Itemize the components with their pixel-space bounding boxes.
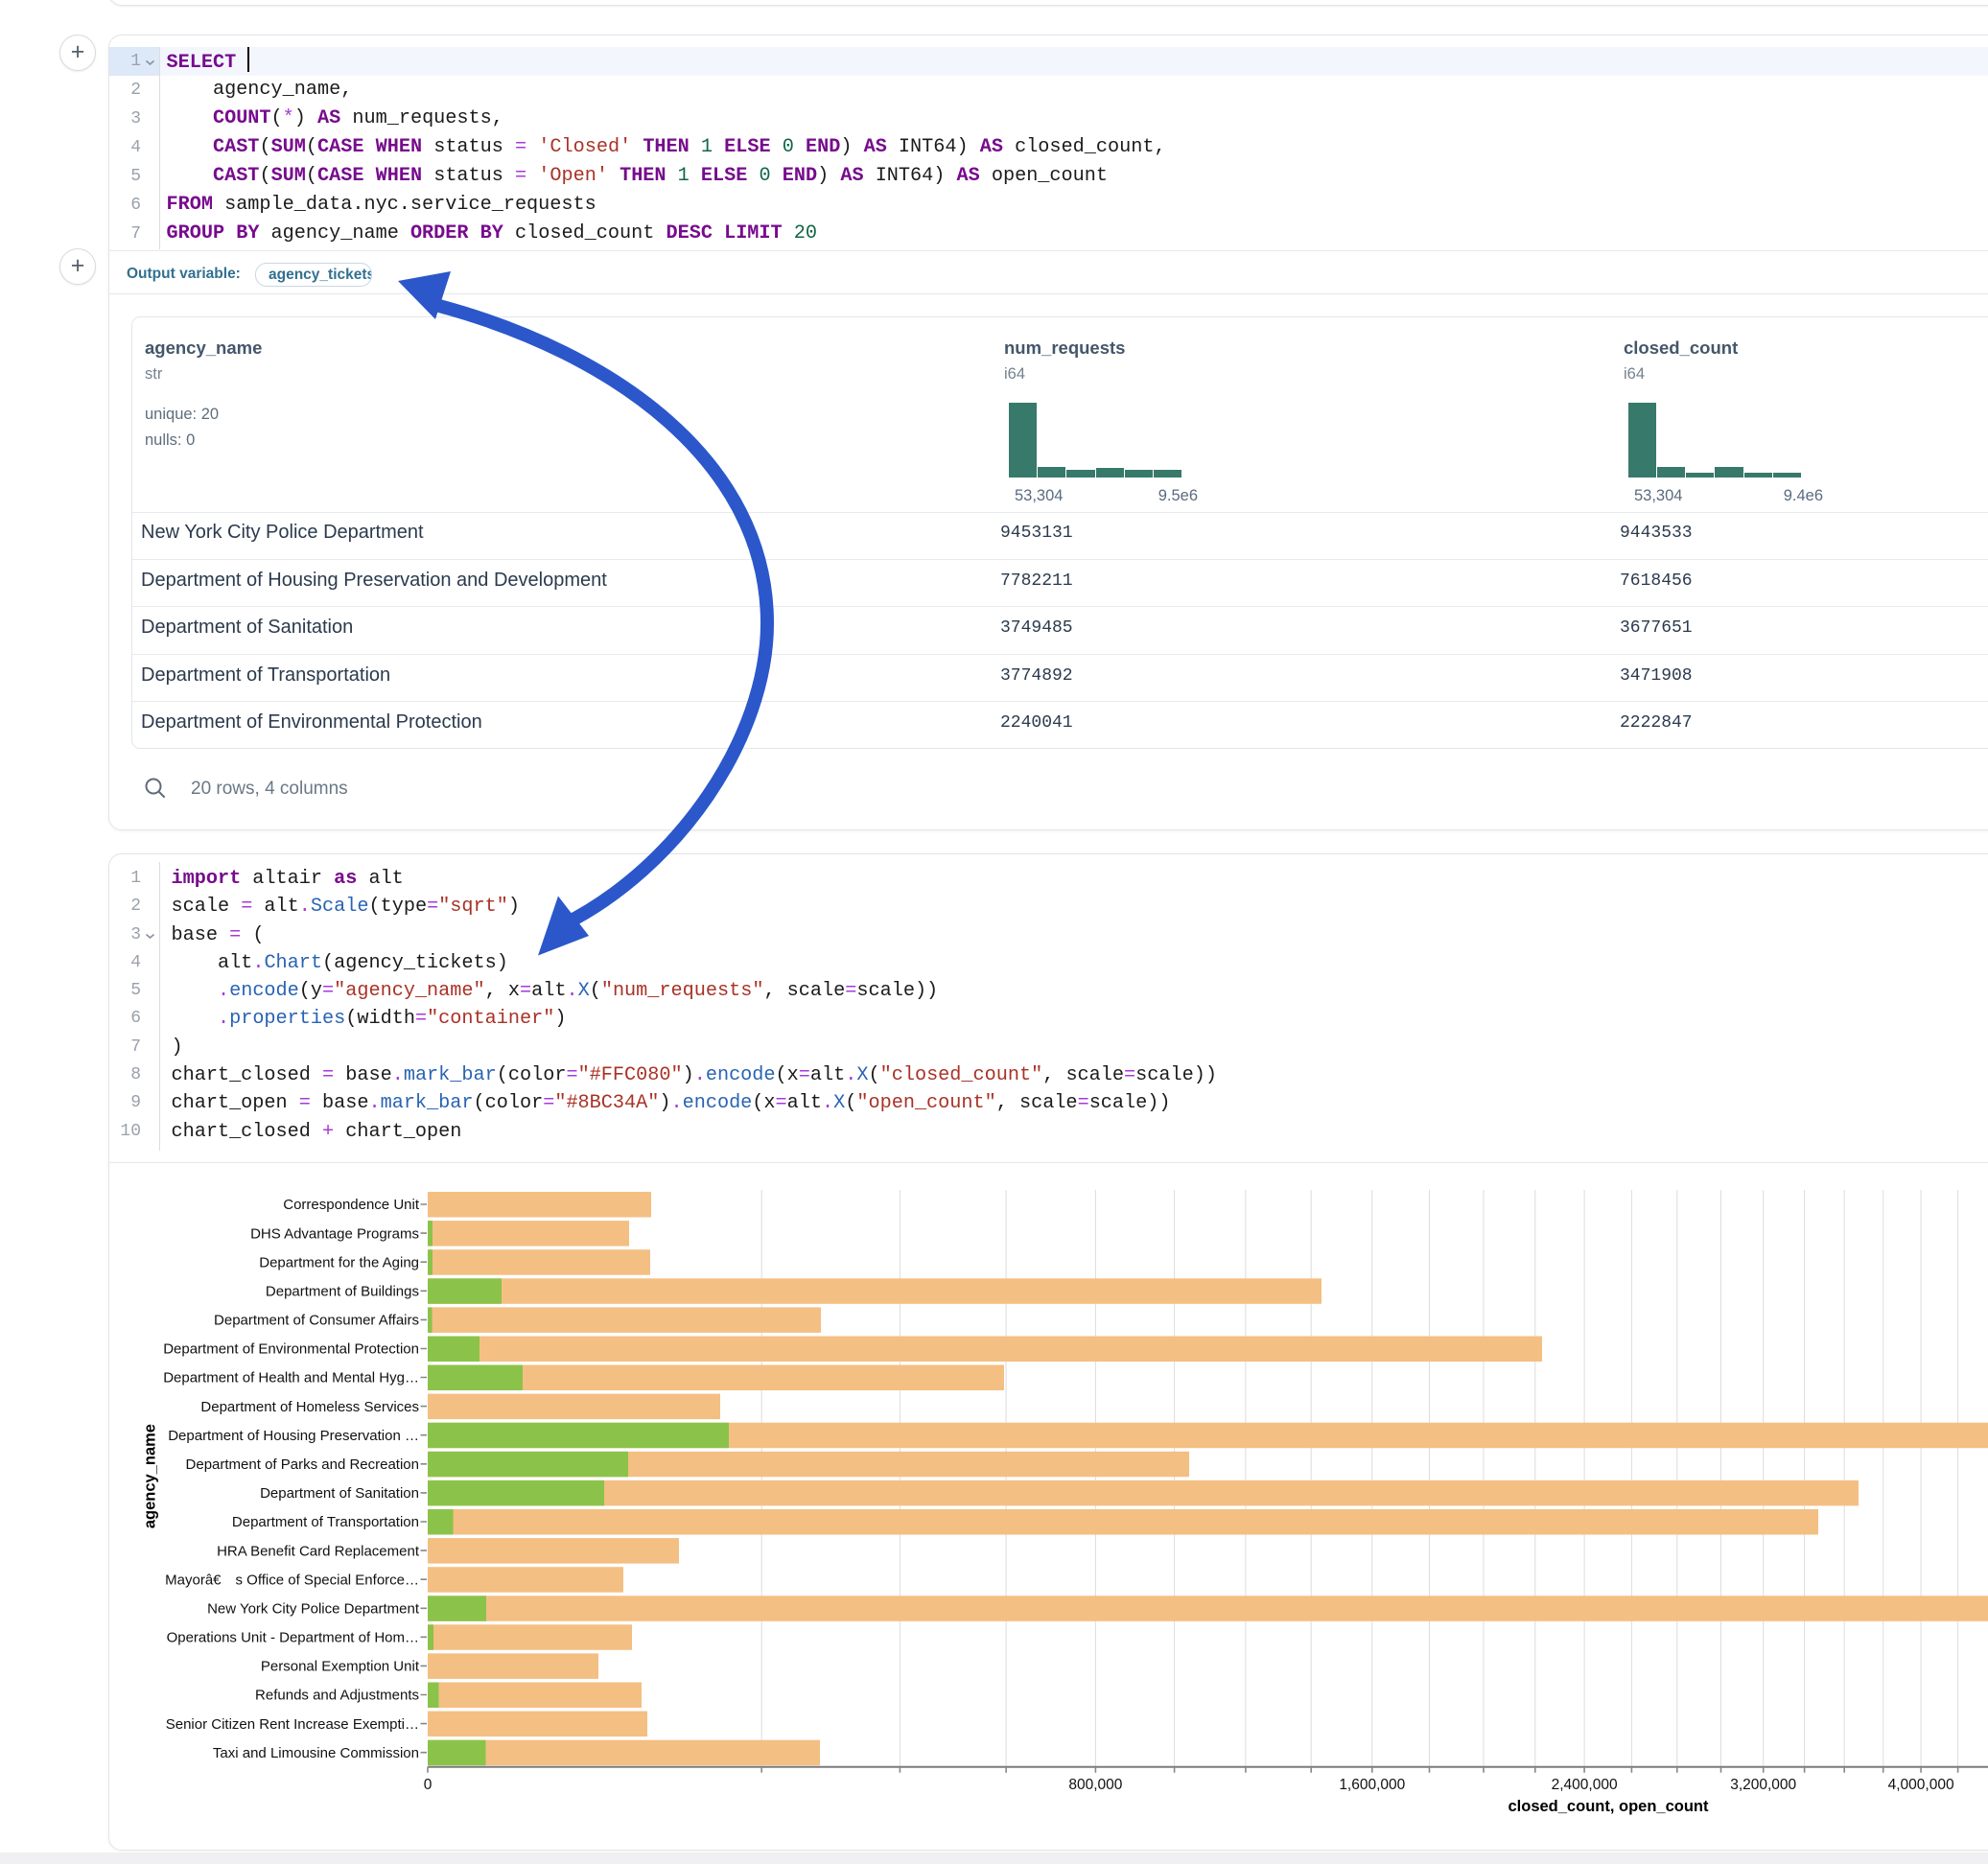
svg-text:2,400,000: 2,400,000 — [1552, 1777, 1618, 1793]
svg-text:agency_name: agency_name — [142, 1424, 159, 1528]
svg-text:closed_count, open_count: closed_count, open_count — [1508, 1798, 1709, 1815]
svg-text:New York City Police Departmen: New York City Police Department — [207, 1601, 420, 1618]
svg-text:Department of Transportation: Department of Transportation — [232, 1514, 419, 1530]
svg-text:Operations Unit - Department o: Operations Unit - Department of Hom… — [167, 1630, 419, 1646]
svg-text:Mayorâ€ s Office of Special En: Mayorâ€ s Office of Special Enforce… — [165, 1572, 419, 1588]
svg-text:Personal Exemption Unit: Personal Exemption Unit — [261, 1659, 420, 1675]
svg-text:Taxi and Limousine Commission: Taxi and Limousine Commission — [213, 1745, 419, 1761]
svg-text:Department of Homeless Service: Department of Homeless Services — [200, 1399, 419, 1415]
svg-text:1,600,000: 1,600,000 — [1339, 1777, 1405, 1793]
svg-text:3,200,000: 3,200,000 — [1730, 1777, 1796, 1793]
svg-text:4,000,000: 4,000,000 — [1888, 1777, 1954, 1793]
svg-text:Department of Buildings: Department of Buildings — [266, 1284, 419, 1300]
svg-text:Department of Parks and Recrea: Department of Parks and Recreation — [186, 1456, 419, 1473]
svg-text:Correspondence Unit: Correspondence Unit — [283, 1197, 420, 1213]
svg-text:Senior Citizen Rent Increase E: Senior Citizen Rent Increase Exempti… — [166, 1716, 419, 1733]
svg-text:Refunds and Adjustments: Refunds and Adjustments — [255, 1688, 419, 1704]
svg-text:Department of Consumer Affairs: Department of Consumer Affairs — [214, 1313, 419, 1329]
svg-text:HRA Benefit Card Replacement: HRA Benefit Card Replacement — [217, 1543, 420, 1559]
svg-text:Department of Housing Preserva: Department of Housing Preservation … — [168, 1428, 419, 1444]
svg-text:Department of Sanitation: Department of Sanitation — [260, 1485, 419, 1502]
svg-text:DHS Advantage Programs: DHS Advantage Programs — [250, 1225, 419, 1242]
svg-text:0: 0 — [424, 1777, 433, 1793]
svg-text:Department for the Aging: Department for the Aging — [259, 1254, 419, 1270]
svg-text:800,000: 800,000 — [1068, 1777, 1122, 1793]
svg-text:Department of Environmental Pr: Department of Environmental Protection — [163, 1341, 419, 1358]
svg-text:Department of Health and Menta: Department of Health and Mental Hyg… — [163, 1370, 419, 1386]
